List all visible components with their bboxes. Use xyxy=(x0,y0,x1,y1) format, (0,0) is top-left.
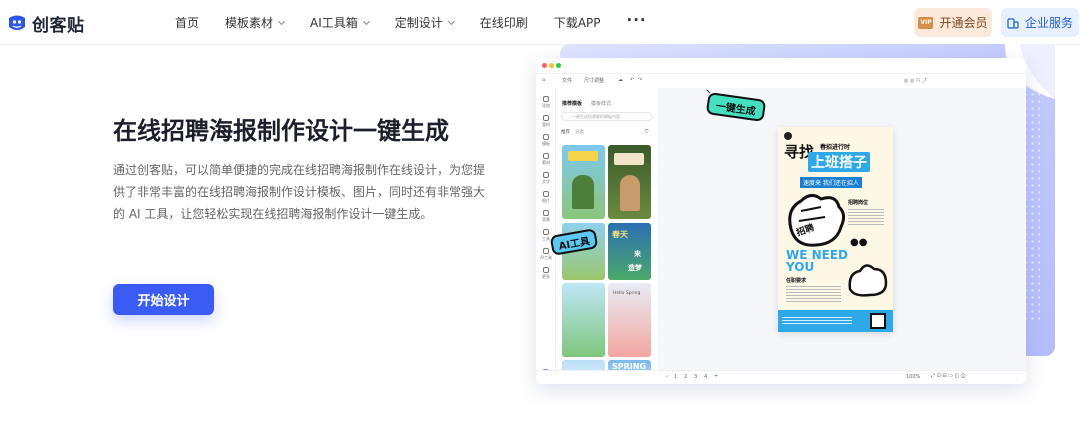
tab-style[interactable]: 模板样式 xyxy=(591,100,611,107)
building-icon xyxy=(1007,17,1019,29)
tab-recommended[interactable]: 推荐模板 xyxy=(562,100,582,107)
home-icon[interactable]: ⌂ xyxy=(542,77,545,83)
poster-section-title: 任职要求 xyxy=(786,278,807,284)
rail-item[interactable]: 文字 xyxy=(540,172,552,188)
rail-item[interactable]: 更多 xyxy=(540,267,552,283)
more-menu-icon[interactable]: ··· xyxy=(627,11,647,29)
add-page-icon[interactable]: + xyxy=(714,373,718,379)
poster-footer xyxy=(778,310,893,332)
logo-mark-icon xyxy=(6,12,28,34)
filter-icon[interactable]: ⛉ xyxy=(645,129,648,135)
eyes-icon: ●● xyxy=(850,237,868,248)
redo-icon[interactable]: ↷ xyxy=(638,77,642,83)
rail-item[interactable]: AI工具 xyxy=(540,248,552,264)
toolbar-actions-icon[interactable]: ◎ ◎ ⚇ ⤴ xyxy=(904,77,927,84)
rail-item[interactable]: 我的 xyxy=(540,115,552,131)
brand-name: 创客贴 xyxy=(32,15,85,36)
maximize-dot-icon xyxy=(556,63,561,68)
hand-illustration-icon xyxy=(788,194,846,247)
resize-menu[interactable]: 尺寸调整 xyxy=(584,77,604,84)
filter-category[interactable]: 分类 xyxy=(575,129,584,135)
template-thumbnail[interactable]: 春天 来 造梦 xyxy=(608,223,651,280)
page-number[interactable]: 4 xyxy=(704,374,707,380)
nav-item-label: AI工具箱 xyxy=(310,16,358,30)
page-title: 在线招聘海报制作设计一键生成 xyxy=(113,117,449,145)
page-nav-icon[interactable]: ‹ xyxy=(666,374,668,380)
editor-toolbar: ⌂ 文件 尺寸调整 ☁ ↶ ↷ ◎ ◎ ⚇ ⤴ xyxy=(536,74,1026,88)
close-dot-icon xyxy=(542,63,547,68)
rail-item[interactable]: 模板 xyxy=(540,134,552,150)
chevron-down-icon xyxy=(362,17,370,25)
view-controls-icon[interactable]: ⤢ ⊡ ⊟ ▭ ◫ ⓘ xyxy=(931,373,965,379)
nav-links: 首页 模板素材 AI工具箱 定制设计 在线印刷 下载APP ··· xyxy=(175,0,673,45)
chevron-down-icon xyxy=(277,17,286,25)
nav-item-label: 定制设计 xyxy=(394,16,443,30)
top-navbar: 创客贴 首页 模板素材 AI工具箱 定制设计 在线印刷 下载APP ··· VI… xyxy=(0,0,1080,45)
pointing-hand-icon xyxy=(848,264,888,297)
cloud-icon: ☁ xyxy=(618,77,623,83)
poster-slogan: 速度来 我们还在招人 xyxy=(800,177,862,188)
page-number[interactable]: 3 xyxy=(694,374,697,380)
poster-logo-icon xyxy=(784,132,792,140)
nav-item-home[interactable]: 首页 xyxy=(175,14,199,31)
rail-item[interactable]: 添加 xyxy=(540,96,552,112)
brand-logo[interactable]: 创客贴 xyxy=(6,11,85,36)
poster-requirements-list xyxy=(786,284,841,304)
undo-icon[interactable]: ↶ xyxy=(630,77,634,83)
nav-item-templates[interactable]: 模板素材 xyxy=(225,14,286,31)
template-thumbnail[interactable] xyxy=(608,145,651,219)
poster-tag: 春招进行时 xyxy=(820,144,851,151)
vip-button-label: 开通会员 xyxy=(939,16,988,30)
sparkle-lines-icon: ⸌ xyxy=(706,89,711,99)
chevron-down-icon xyxy=(447,17,455,25)
start-design-button[interactable]: 开始设计 xyxy=(113,284,214,315)
filter-recommended[interactable]: 推荐 xyxy=(561,129,570,135)
recruitment-poster[interactable]: 寻找 春招进行时 上班搭子 速度来 我们还在招人 招聘 招聘岗位 WE NEED… xyxy=(778,127,893,332)
nav-item-custom-design[interactable]: 定制设计 xyxy=(394,14,455,31)
nav-item-label: 在线印刷 xyxy=(479,16,528,30)
template-search-input[interactable]: 一键生成您想要的模板内容 xyxy=(561,112,653,121)
nav-item-print[interactable]: 在线印刷 xyxy=(480,14,528,31)
window-titlebar xyxy=(536,58,1026,74)
vip-badge-icon: VIP xyxy=(918,16,934,29)
nav-item-download-app[interactable]: 下载APP xyxy=(554,14,601,31)
poster-job-list xyxy=(848,207,884,225)
qr-code-icon xyxy=(870,313,886,329)
rail-item[interactable]: 图片 xyxy=(540,191,552,207)
nav-item-ai-tools[interactable]: AI工具箱 xyxy=(310,14,370,31)
rail-item[interactable]: 背景 xyxy=(540,210,552,226)
template-thumbnail[interactable] xyxy=(562,283,605,357)
template-thumbnail[interactable] xyxy=(562,145,605,219)
zoom-level[interactable]: 100% xyxy=(906,374,920,380)
poster-section-title: 招聘岗位 xyxy=(848,200,869,206)
page-number[interactable]: 2 xyxy=(684,374,687,380)
file-menu[interactable]: 文件 xyxy=(562,77,572,84)
editor-status-bar: ‹ 1 2 3 4 + 100% ⤢ ⊡ ⊟ ▭ ◫ ⓘ xyxy=(536,370,1026,384)
vip-button[interactable]: VIP 开通会员 xyxy=(914,8,992,37)
hero-description: 通过创客贴，可以简单便捷的完成在线招聘海报制作在线设计，为您提供了非常丰富的在线… xyxy=(113,163,486,221)
business-service-label: 企业服务 xyxy=(1024,16,1073,30)
poster-subheadline: 上班搭子 xyxy=(808,152,870,172)
nav-item-label: 下载APP xyxy=(553,16,601,30)
page-number[interactable]: 1 xyxy=(674,374,677,380)
template-thumbnail[interactable]: Hello Spring xyxy=(608,283,651,357)
nav-item-label: 首页 xyxy=(175,16,200,30)
rail-item[interactable]: 素材 xyxy=(540,153,552,169)
nav-item-label: 模板素材 xyxy=(225,16,274,30)
business-service-button[interactable]: 企业服务 xyxy=(1001,8,1079,37)
poster-you: YOU xyxy=(786,260,815,274)
minimize-dot-icon xyxy=(549,63,554,68)
